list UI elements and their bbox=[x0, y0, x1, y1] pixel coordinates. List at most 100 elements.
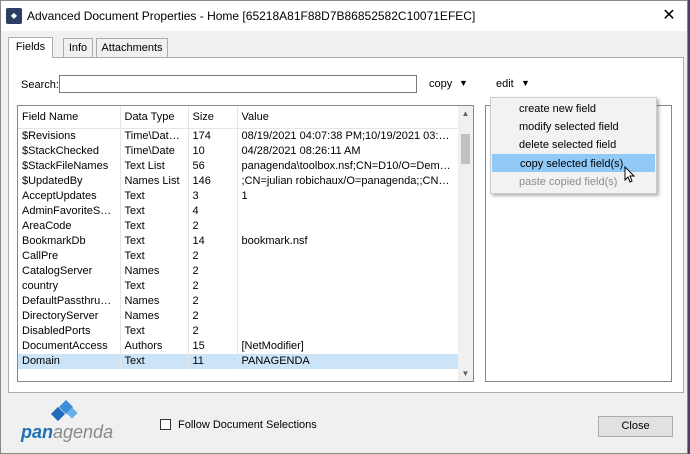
properties-dialog: ◆ Advanced Document Properties - Home [6… bbox=[0, 0, 688, 454]
table-cell: 1 bbox=[237, 189, 459, 204]
panagenda-logo: panagenda bbox=[21, 400, 121, 446]
table-cell bbox=[237, 324, 459, 339]
table-row[interactable]: CatalogServer Names 2 bbox=[18, 264, 459, 279]
table-cell: 3 bbox=[188, 189, 238, 204]
table-cell: Names bbox=[120, 309, 189, 324]
table-row[interactable]: CallPre Text 2 bbox=[18, 249, 459, 264]
table-header-row: Field Name Data Type Size Value bbox=[18, 106, 459, 129]
close-button[interactable]: Close bbox=[598, 416, 673, 437]
table-cell: $Revisions bbox=[18, 128, 121, 144]
table-cell: 14 bbox=[188, 234, 238, 249]
table-row[interactable]: AdminFavoriteServ... Text 4 bbox=[18, 204, 459, 219]
table-cell: AcceptUpdates bbox=[18, 189, 121, 204]
table-row[interactable]: country Text 2 bbox=[18, 279, 459, 294]
table-cell: AdminFavoriteServ... bbox=[18, 204, 121, 219]
table-cell: Text bbox=[120, 324, 189, 339]
table-cell: AreaCode bbox=[18, 219, 121, 234]
follow-selections-label[interactable]: Follow Document Selections bbox=[178, 419, 317, 431]
window-title: Advanced Document Properties - Home [652… bbox=[27, 9, 476, 23]
table-cell: Text bbox=[120, 204, 189, 219]
table-cell: 174 bbox=[188, 128, 238, 144]
table-row[interactable]: Domain Text 11 PANAGENDA bbox=[18, 354, 459, 369]
table-row[interactable]: $Revisions Time\Date... 174 08/19/2021 04:0… bbox=[18, 128, 459, 144]
logo-wordmark: panagenda bbox=[21, 422, 113, 443]
table-cell: Text bbox=[120, 279, 189, 294]
table-cell: BookmarkDb bbox=[18, 234, 121, 249]
table-row[interactable]: DocumentAccess Authors 15 [NetModifier] bbox=[18, 339, 459, 354]
column-header-size[interactable]: Size bbox=[188, 106, 238, 129]
table-cell: Domain bbox=[18, 354, 121, 369]
table-cell: Text bbox=[120, 189, 189, 204]
table-cell: 10 bbox=[188, 144, 238, 159]
copy-button[interactable]: copy bbox=[429, 78, 452, 90]
table-cell bbox=[237, 279, 459, 294]
table-cell: 2 bbox=[188, 309, 238, 324]
search-input[interactable] bbox=[59, 75, 417, 93]
menu-item-create-new-field[interactable]: create new field bbox=[492, 100, 655, 118]
table-row[interactable]: $StackChecked Time\Date 10 04/28/2021 08:26… bbox=[18, 144, 459, 159]
scroll-thumb[interactable] bbox=[461, 134, 470, 164]
table-cell: Names bbox=[120, 294, 189, 309]
edit-button[interactable]: edit bbox=[496, 78, 514, 90]
table-cell: Names List bbox=[120, 174, 189, 189]
table-cell: Text List bbox=[120, 159, 189, 174]
logo-agenda: agenda bbox=[53, 422, 114, 442]
table-cell: 2 bbox=[188, 324, 238, 339]
tab-info[interactable]: Info bbox=[63, 38, 93, 57]
table-cell: Authors bbox=[120, 339, 189, 354]
table-cell: $StackFileNames bbox=[18, 159, 121, 174]
scroll-down-icon[interactable]: ▼ bbox=[458, 366, 473, 381]
table-cell: 15 bbox=[188, 339, 238, 354]
table-cell: DocumentAccess bbox=[18, 339, 121, 354]
scroll-up-icon[interactable]: ▲ bbox=[458, 106, 473, 121]
follow-selections-checkbox[interactable] bbox=[160, 419, 171, 430]
table-row[interactable]: AcceptUpdates Text 3 1 bbox=[18, 189, 459, 204]
table-cell: 2 bbox=[188, 294, 238, 309]
column-header-value[interactable]: Value bbox=[237, 106, 459, 129]
copy-dropdown-arrow-icon[interactable]: ▼ bbox=[459, 78, 468, 88]
table-cell bbox=[237, 219, 459, 234]
table-cell: bookmark.nsf bbox=[237, 234, 459, 249]
table-row[interactable]: AreaCode Text 2 bbox=[18, 219, 459, 234]
table-cell bbox=[237, 204, 459, 219]
table-cell: 146 bbox=[188, 174, 238, 189]
table-cell: 4 bbox=[188, 204, 238, 219]
table-cell: 2 bbox=[188, 219, 238, 234]
table-cell: $StackChecked bbox=[18, 144, 121, 159]
table-cell: PANAGENDA bbox=[237, 354, 459, 369]
table-cell: 08/19/2021 04:07:38 PM;10/19/2021 03:45:… bbox=[237, 128, 459, 144]
table-cell: [NetModifier] bbox=[237, 339, 459, 354]
menu-item-modify-selected-field[interactable]: modify selected field bbox=[492, 118, 655, 136]
tab-attachments[interactable]: Attachments bbox=[96, 38, 168, 57]
table-cell: panagenda\toolbox.nsf;CN=D10/O=Demo!!da.… bbox=[237, 159, 459, 174]
table-cell bbox=[237, 294, 459, 309]
menu-item-delete-selected-field[interactable]: delete selected field bbox=[492, 136, 655, 154]
table-cell: DefaultPassthruSer... bbox=[18, 294, 121, 309]
table-cell: 2 bbox=[188, 264, 238, 279]
table-cell: Text bbox=[120, 249, 189, 264]
table-row[interactable]: $StackFileNames Text List 56 panagenda\tool… bbox=[18, 159, 459, 174]
table-vertical-scrollbar[interactable]: ▲ ▼ bbox=[458, 106, 473, 381]
table-cell: 11 bbox=[188, 354, 238, 369]
table-cell: Text bbox=[120, 354, 189, 369]
table-cell: DisabledPorts bbox=[18, 324, 121, 339]
table-row[interactable]: DisabledPorts Text 2 bbox=[18, 324, 459, 339]
window-close-button[interactable]: ✕ bbox=[659, 5, 679, 27]
table-cell: 56 bbox=[188, 159, 238, 174]
tab-fields[interactable]: Fields bbox=[8, 37, 53, 58]
table-row[interactable]: DirectoryServer Names 2 bbox=[18, 309, 459, 324]
table-cell: 2 bbox=[188, 279, 238, 294]
logo-pan: pan bbox=[21, 422, 54, 442]
table-row[interactable]: $UpdatedBy Names List 146 ;CN=julian robich… bbox=[18, 174, 459, 189]
table-cell: 04/28/2021 08:26:11 AM bbox=[237, 144, 459, 159]
column-header-data-type[interactable]: Data Type bbox=[120, 106, 189, 129]
table-cell: Time\Date... bbox=[120, 128, 189, 144]
table-cell: Text bbox=[120, 234, 189, 249]
table-row[interactable]: DefaultPassthruSer... Names 2 bbox=[18, 294, 459, 309]
column-header-field-name[interactable]: Field Name bbox=[18, 106, 121, 129]
table-cell: Text bbox=[120, 219, 189, 234]
table-row[interactable]: BookmarkDb Text 14 bookmark.nsf bbox=[18, 234, 459, 249]
edit-dropdown-arrow-icon[interactable]: ▼ bbox=[521, 78, 530, 88]
table-cell: country bbox=[18, 279, 121, 294]
table-cell bbox=[237, 264, 459, 279]
